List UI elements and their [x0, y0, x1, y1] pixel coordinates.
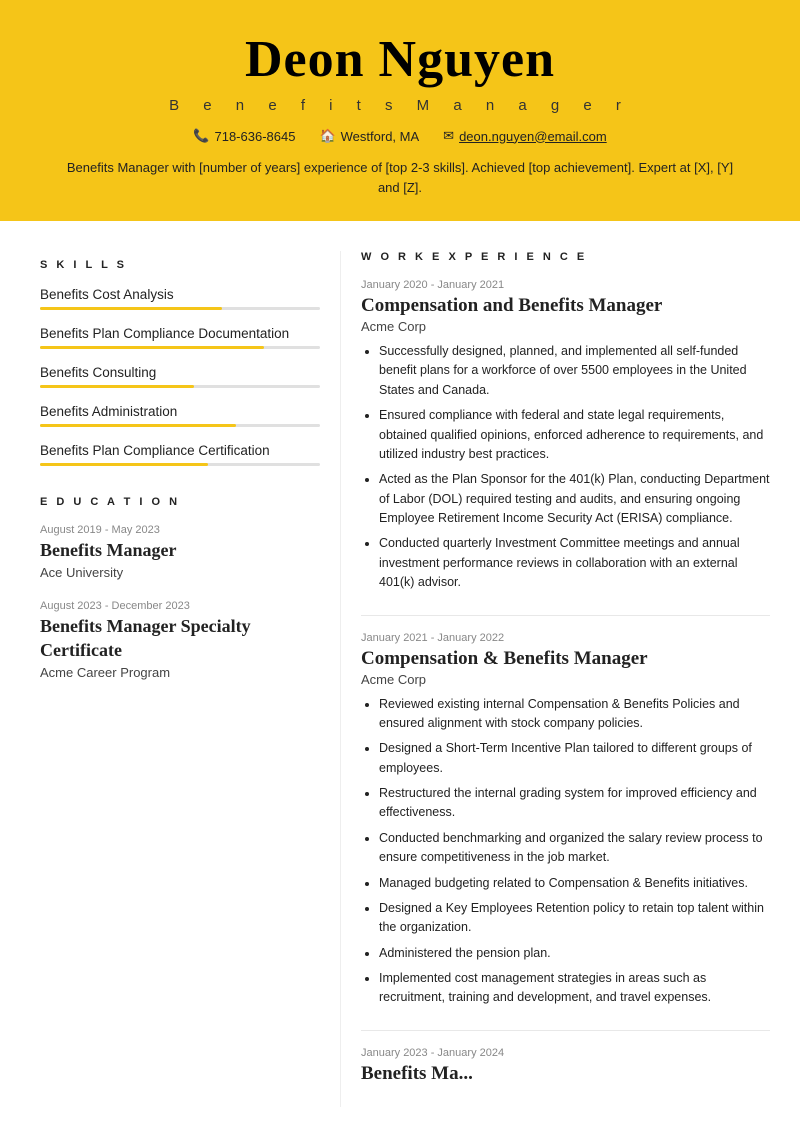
skill-item: Benefits Plan Compliance Documentation	[40, 326, 320, 349]
job-bullet: Designed a Short-Term Incentive Plan tai…	[379, 739, 770, 778]
job-dates: January 2020 - January 2021	[361, 279, 770, 291]
phone-icon: 📞	[193, 128, 209, 144]
education-list: August 2019 - May 2023 Benefits Manager …	[40, 524, 320, 680]
job-bullet: Administered the pension plan.	[379, 944, 770, 963]
edu-institution: Acme Career Program	[40, 665, 320, 680]
job-bullet: Managed budgeting related to Compensatio…	[379, 874, 770, 893]
contact-row: 📞 718-636-8645 🏠 Westford, MA ✉ deon.ngu…	[20, 128, 780, 144]
skill-bar-background	[40, 463, 320, 466]
phone-contact: 📞 718-636-8645	[193, 128, 295, 144]
skill-name: Benefits Plan Compliance Documentation	[40, 326, 320, 341]
summary-text: Benefits Manager with [number of years] …	[60, 158, 740, 197]
candidate-title: B e n e f i t s M a n a g e r	[20, 97, 780, 114]
job-title: Compensation and Benefits Manager	[361, 295, 770, 317]
phone-number: 718-636-8645	[214, 129, 295, 144]
edu-dates: August 2019 - May 2023	[40, 524, 320, 536]
skill-name: Benefits Administration	[40, 404, 320, 419]
skill-name: Benefits Cost Analysis	[40, 287, 320, 302]
jobs-list: January 2020 - January 2021 Compensation…	[361, 279, 770, 1085]
skill-name: Benefits Consulting	[40, 365, 320, 380]
email-address: deon.nguyen@email.com	[459, 129, 607, 144]
job-divider	[361, 615, 770, 616]
skill-bar-fill	[40, 424, 236, 427]
resume-page: Deon Nguyen B e n e f i t s M a n a g e …	[0, 0, 800, 1137]
skill-item: Benefits Consulting	[40, 365, 320, 388]
job-dates: January 2023 - January 2024	[361, 1047, 770, 1059]
skill-item: Benefits Administration	[40, 404, 320, 427]
education-section: E D U C A T I O N August 2019 - May 2023…	[40, 496, 320, 680]
location-contact: 🏠 Westford, MA	[319, 128, 419, 144]
job-dates: January 2021 - January 2022	[361, 632, 770, 644]
education-item: August 2023 - December 2023 Benefits Man…	[40, 600, 320, 680]
skill-bar-background	[40, 424, 320, 427]
job-item: January 2021 - January 2022 Compensation…	[361, 632, 770, 1008]
skill-bar-background	[40, 346, 320, 349]
job-bullet: Reviewed existing internal Compensation …	[379, 695, 770, 734]
job-bullet: Conducted benchmarking and organized the…	[379, 829, 770, 868]
job-divider	[361, 1030, 770, 1031]
work-section-header: W O R K E X P E R I E N C E	[361, 251, 770, 263]
skill-bar-fill	[40, 463, 208, 466]
left-column: S K I L L S Benefits Cost Analysis Benef…	[0, 251, 340, 1107]
job-bullet: Ensured compliance with federal and stat…	[379, 406, 770, 464]
edu-degree: Benefits Manager	[40, 539, 320, 562]
body-section: S K I L L S Benefits Cost Analysis Benef…	[0, 221, 800, 1137]
job-item: January 2020 - January 2021 Compensation…	[361, 279, 770, 593]
skills-list: Benefits Cost Analysis Benefits Plan Com…	[40, 287, 320, 466]
skill-item: Benefits Plan Compliance Certification	[40, 443, 320, 466]
job-bullet: Successfully designed, planned, and impl…	[379, 342, 770, 400]
skill-bar-background	[40, 307, 320, 310]
edu-degree: Benefits Manager Specialty Certificate	[40, 615, 320, 662]
skills-section-header: S K I L L S	[40, 259, 320, 271]
education-item: August 2019 - May 2023 Benefits Manager …	[40, 524, 320, 580]
skill-bar-fill	[40, 346, 264, 349]
skill-item: Benefits Cost Analysis	[40, 287, 320, 310]
edu-dates: August 2023 - December 2023	[40, 600, 320, 612]
education-section-header: E D U C A T I O N	[40, 496, 320, 508]
location-icon: 🏠	[319, 128, 335, 144]
skill-bar-fill	[40, 385, 194, 388]
job-company: Acme Corp	[361, 319, 770, 334]
job-company: Acme Corp	[361, 672, 770, 687]
job-bullets-list: Reviewed existing internal Compensation …	[361, 695, 770, 1008]
location-text: Westford, MA	[341, 129, 420, 144]
job-bullet: Designed a Key Employees Retention polic…	[379, 899, 770, 938]
email-contact: ✉ deon.nguyen@email.com	[443, 128, 607, 144]
job-bullet: Restructured the internal grading system…	[379, 784, 770, 823]
skill-bar-background	[40, 385, 320, 388]
job-bullets-list: Successfully designed, planned, and impl…	[361, 342, 770, 593]
candidate-name: Deon Nguyen	[20, 30, 780, 89]
job-title: Compensation & Benefits Manager	[361, 648, 770, 670]
header-section: Deon Nguyen B e n e f i t s M a n a g e …	[0, 0, 800, 221]
skill-bar-fill	[40, 307, 222, 310]
skill-name: Benefits Plan Compliance Certification	[40, 443, 320, 458]
email-icon: ✉	[443, 128, 454, 144]
edu-institution: Ace University	[40, 565, 320, 580]
job-bullet: Acted as the Plan Sponsor for the 401(k)…	[379, 470, 770, 528]
job-bullet: Conducted quarterly Investment Committee…	[379, 534, 770, 592]
job-title: Benefits Ma...	[361, 1063, 770, 1085]
job-item: January 2023 - January 2024 Benefits Ma.…	[361, 1047, 770, 1085]
job-bullet: Implemented cost management strategies i…	[379, 969, 770, 1008]
right-column: W O R K E X P E R I E N C E January 2020…	[340, 251, 800, 1107]
